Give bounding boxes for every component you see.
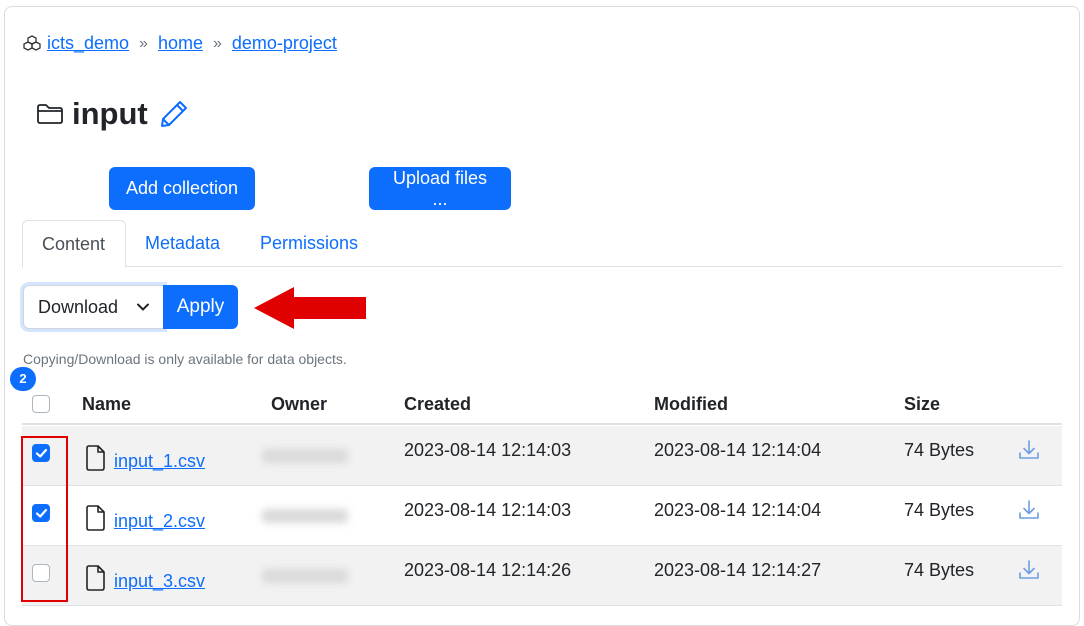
download-icon[interactable] [1018, 499, 1040, 521]
tab-metadata[interactable]: Metadata [126, 220, 239, 267]
header-created: Created [404, 394, 472, 414]
select-all-checkbox[interactable] [32, 395, 50, 413]
table-row: input_3.csv 2023-08-14 12:14:26 2023-08-… [22, 546, 1062, 606]
table-header: Name Owner Created Modified Size [22, 385, 1062, 425]
modified-cell: 2023-08-14 12:14:27 [654, 560, 822, 580]
add-collection-button[interactable]: Add collection [109, 167, 255, 210]
file-icon [86, 565, 105, 591]
action-select[interactable]: Download [23, 285, 164, 329]
header-modified: Modified [654, 394, 728, 414]
file-link[interactable]: input_3.csv [114, 571, 205, 592]
breadcrumb-item-project[interactable]: demo-project [232, 33, 337, 54]
breadcrumb-separator: » [212, 34, 222, 52]
breadcrumb-separator: » [139, 34, 148, 52]
modified-cell: 2023-08-14 12:14:04 [654, 440, 822, 460]
owner-redacted [262, 449, 348, 463]
annotation-highlight-box [21, 436, 68, 602]
tab-permissions[interactable]: Permissions [241, 220, 377, 267]
folder-icon [37, 104, 63, 124]
file-link[interactable]: input_1.csv [114, 451, 205, 472]
breadcrumb: icts_demo » home » demo-project [22, 33, 337, 54]
tab-bar: Content Metadata Permissions [22, 220, 1062, 268]
collection-name: input [72, 96, 148, 131]
download-icon[interactable] [1018, 439, 1040, 461]
created-cell: 2023-08-14 12:14:03 [404, 500, 572, 520]
action-select-value: Download [38, 297, 119, 317]
owner-redacted [262, 569, 348, 583]
table-row: input_2.csv 2023-08-14 12:14:03 2023-08-… [22, 486, 1062, 546]
breadcrumb-item-home[interactable]: home [158, 33, 203, 54]
header-size: Size [904, 394, 941, 414]
breadcrumb-item-zone[interactable]: icts_demo [47, 33, 129, 54]
modified-cell: 2023-08-14 12:14:04 [654, 500, 822, 520]
file-icon [86, 505, 105, 531]
upload-files-button[interactable]: Upload files ... [369, 167, 511, 210]
chevron-down-icon [137, 303, 149, 311]
download-icon[interactable] [1018, 559, 1040, 581]
size-cell: 74 Bytes [904, 500, 975, 520]
annotation-arrow-icon [254, 287, 366, 329]
created-cell: 2023-08-14 12:14:03 [404, 440, 572, 460]
pencil-icon[interactable] [158, 98, 190, 130]
action-note: Copying/Download is only available for d… [23, 351, 347, 367]
header-owner: Owner [271, 394, 328, 414]
tab-content[interactable]: Content [22, 220, 126, 268]
apply-button[interactable]: Apply [163, 285, 238, 329]
cubes-icon [23, 34, 41, 51]
table-row: input_1.csv 2023-08-14 12:14:03 2023-08-… [22, 426, 1062, 486]
file-icon [86, 445, 105, 471]
owner-redacted [262, 509, 348, 523]
header-name: Name [82, 394, 132, 414]
created-cell: 2023-08-14 12:14:26 [404, 560, 572, 580]
size-cell: 74 Bytes [904, 560, 975, 580]
size-cell: 74 Bytes [904, 440, 975, 460]
file-link[interactable]: input_2.csv [114, 511, 205, 532]
page-title: input [36, 96, 190, 132]
